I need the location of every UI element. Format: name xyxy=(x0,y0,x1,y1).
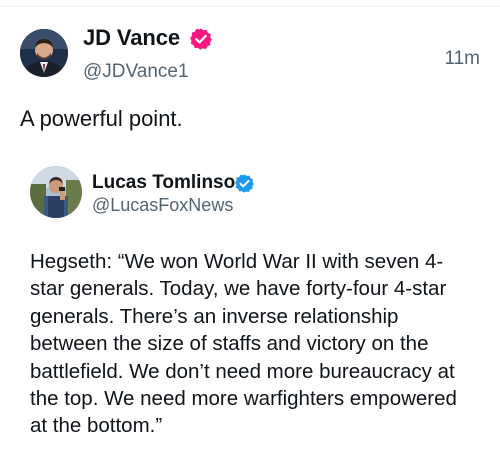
post-timestamp[interactable]: 11m xyxy=(444,48,480,70)
quoted-author-handle[interactable]: @LucasFoxNews xyxy=(92,195,233,216)
author-name[interactable]: JD Vance xyxy=(83,25,180,51)
verified-badge-icon xyxy=(190,28,212,50)
quoted-author-avatar[interactable] xyxy=(30,166,82,218)
post-text: A powerful point. xyxy=(20,106,183,131)
quoted-post-text: Hegseth: “We won World War II with seven… xyxy=(30,250,457,438)
author-avatar[interactable] xyxy=(20,29,68,77)
author-handle[interactable]: @JDVance1 xyxy=(83,61,189,83)
quoted-verified-badge-icon xyxy=(235,174,254,193)
post[interactable]: JD Vance @JDVance1 11m A powerful point. xyxy=(0,0,500,464)
quoted-post[interactable]: Lucas Tomlinson @LucasFoxNews Hegseth: “… xyxy=(20,150,480,460)
quoted-author-name[interactable]: Lucas Tomlinson xyxy=(92,172,247,194)
